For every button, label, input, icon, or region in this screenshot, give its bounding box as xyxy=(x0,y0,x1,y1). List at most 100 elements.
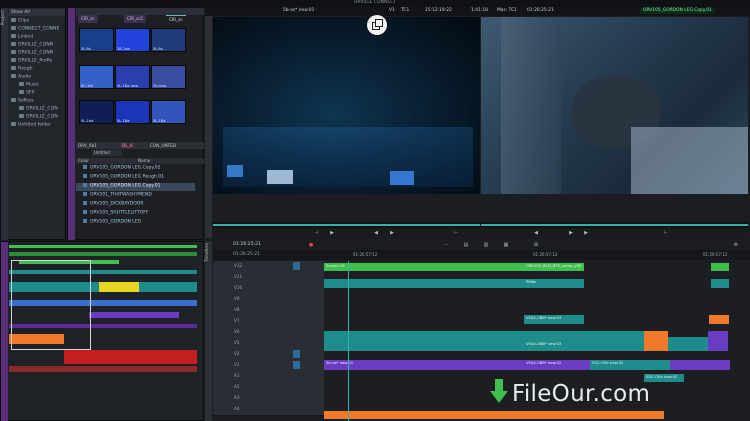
composer-tab[interactable] xyxy=(205,16,212,238)
timeline-segment[interactable]: 5b-as* new.01 xyxy=(324,360,524,370)
popout-icon[interactable] xyxy=(367,15,387,35)
source-scrub-bar[interactable] xyxy=(213,222,480,228)
timeline-segment[interactable]: ORV105_BLD_BTE_comp_v99 xyxy=(524,263,584,271)
timeline-segment[interactable] xyxy=(711,263,729,271)
source-monitor[interactable] xyxy=(213,17,480,194)
record-button-icon[interactable]: ● xyxy=(308,242,314,248)
project-panel: Project Show All Clips CONNECT_CONNE Lin… xyxy=(0,7,66,240)
timeline-segment[interactable] xyxy=(324,411,664,419)
tree-item[interactable]: ORVILLE_ProRe xyxy=(11,58,52,65)
record-sequence-name[interactable]: ORV105_GORDON LEG.Copy.01 xyxy=(640,8,715,14)
timeline-segment[interactable]: VS44-0B8* new.02 xyxy=(524,360,590,370)
timeline-tab-label: Timeline xyxy=(205,243,210,263)
record-step-forward-icon[interactable]: ▶ xyxy=(583,230,589,236)
source-track[interactable]: V1 xyxy=(389,8,395,14)
tree-item[interactable]: Untitled folder xyxy=(11,122,51,129)
tree-item[interactable]: CONNECT_CONNE xyxy=(11,26,60,33)
clip-row[interactable]: ORV105_GORDON LEG.Rough.01 xyxy=(76,174,195,182)
tree-item[interactable]: Softies xyxy=(11,98,34,105)
record-play-icon[interactable]: ▶ xyxy=(568,230,574,236)
timeline-segment[interactable] xyxy=(711,279,729,288)
timeline-tab[interactable]: Timeline xyxy=(205,241,212,421)
bin-lower-tab[interactable]: ORV_9b1 xyxy=(78,143,97,148)
timeline-segment[interactable]: Screen.01 xyxy=(324,263,524,271)
window-title: ORVILLE CONNECT xyxy=(353,0,397,5)
overview-side-tab[interactable] xyxy=(1,242,8,421)
clip-thumbnail[interactable]: 5L-1bd xyxy=(79,100,114,124)
bin-lower-tab[interactable]: CON_UNTED xyxy=(150,143,176,148)
tree-item[interactable]: ORVILLE_CON xyxy=(19,106,58,113)
tree-item[interactable]: ORVILLE_CONN xyxy=(11,42,53,49)
source-tc-label[interactable]: TC1 xyxy=(401,8,409,14)
project-tab[interactable]: Project xyxy=(1,8,8,240)
bin-sort-select[interactable]: Untitled xyxy=(92,150,122,156)
timeline-segment[interactable] xyxy=(644,331,668,351)
mark-in-icon[interactable]: ⊣ xyxy=(313,230,319,236)
track-patch[interactable] xyxy=(293,262,300,270)
clip-row[interactable]: ORV105_SHUTTLELIFTOFF xyxy=(76,210,195,218)
timeline-segment[interactable] xyxy=(668,337,708,351)
tree-item[interactable]: Audio xyxy=(11,74,31,81)
clip-thumbnail[interactable]: 5L-1Ba xyxy=(151,100,186,124)
tree-item[interactable]: Clips xyxy=(11,18,29,25)
clip-row[interactable]: ORV205_DICKBAYDOOR xyxy=(76,201,195,209)
track-patch[interactable] xyxy=(293,361,300,369)
timeline-ruler[interactable]: 01:26:25:21 01:26:57:12 01:26:57:12 01:2… xyxy=(213,250,750,260)
track-header[interactable]: A4 xyxy=(213,404,331,416)
timeline-segment[interactable]: VS44-0B8* new.03 xyxy=(524,341,604,351)
clip-row-selected[interactable]: ORV105_GORDON LEG.Copy.01 xyxy=(76,183,195,191)
bin-tab-active[interactable]: CIR_sc xyxy=(166,15,186,23)
clip-thumbnail[interactable]: 5L-1Ba new xyxy=(115,65,150,89)
clip-thumbnail[interactable]: 5L-1Ba xyxy=(115,100,150,124)
settings-icon[interactable]: ⚙ xyxy=(733,242,739,248)
tree-item[interactable]: Rough xyxy=(11,66,33,73)
track-patch[interactable] xyxy=(293,350,300,358)
overwrite-icon[interactable]: ▤ xyxy=(463,242,469,248)
extract-icon[interactable]: ▦ xyxy=(503,242,509,248)
column-name-header[interactable]: Name xyxy=(138,158,150,163)
clip-row[interactable]: ORV105_GORDON LEG xyxy=(76,219,195,227)
tree-item[interactable]: ORVILLE_CONN xyxy=(11,50,53,57)
timeline-segment[interactable]: 5SC-OSe new.02 xyxy=(590,360,670,370)
timeline-segment[interactable] xyxy=(670,360,730,370)
clip-thumbnail[interactable]: 2b-new xyxy=(151,65,186,89)
bin-side-tab[interactable] xyxy=(68,8,75,240)
bin-tab[interactable]: CIR_sc1 xyxy=(124,15,147,23)
source-clip-name[interactable]: 5b-as* new.01 xyxy=(283,8,314,14)
playhead[interactable] xyxy=(348,261,349,421)
lift-icon[interactable]: ▥ xyxy=(483,242,489,248)
record-scrub-bar[interactable] xyxy=(481,222,748,228)
step-back-icon[interactable]: ◀ xyxy=(373,230,379,236)
bin-lower-tab[interactable]: DL_A xyxy=(120,143,135,148)
column-color-header[interactable]: Color xyxy=(78,158,89,163)
tree-item[interactable]: Linked xyxy=(11,34,33,41)
mark-out-icon[interactable]: ⊢ xyxy=(453,230,459,236)
clip-thumbnail[interactable]: 5L-Bs xyxy=(79,28,114,52)
folder-icon xyxy=(11,50,16,54)
project-view-select[interactable]: Show All xyxy=(9,9,65,16)
splice-icon[interactable]: ⋯ xyxy=(443,242,449,248)
tree-item[interactable]: Music xyxy=(19,82,39,89)
record-monitor[interactable] xyxy=(481,17,748,194)
record-step-back-icon[interactable]: ◀ xyxy=(533,230,539,236)
tree-item[interactable]: SFX xyxy=(19,90,35,97)
clip-thumbnail[interactable]: 2B-1aa xyxy=(115,28,150,52)
timeline-segment[interactable] xyxy=(708,331,728,351)
clip-thumbnail[interactable]: 5L-Bs xyxy=(151,28,186,52)
timeline-segment[interactable]: VS44-0B8* new.03 xyxy=(524,315,584,324)
step-forward-icon[interactable]: ▶ xyxy=(389,230,395,236)
play-icon[interactable]: ▶ xyxy=(329,230,335,236)
trim-icon[interactable]: ⊞ xyxy=(533,242,539,248)
clip-row[interactable]: ORV201_THATWASHYMEND xyxy=(76,192,195,200)
record-mark-icon[interactable]: ⊢ xyxy=(663,230,669,236)
overview-viewport-box[interactable] xyxy=(11,260,91,350)
clip-thumbnail[interactable]: 6C-1bt xyxy=(79,65,114,89)
record-tc-label[interactable]: Mas: TC1 xyxy=(497,8,517,14)
clip-row[interactable]: ORV105_GORDON LEG.Copy.02 xyxy=(76,165,195,173)
timeline-segment[interactable]: PilBar xyxy=(524,279,584,288)
bin-tab[interactable]: CIR_sc xyxy=(78,15,98,23)
timeline-segment[interactable] xyxy=(709,315,729,324)
composer-header: 5b-as* new.01 V1 TC1 15:12:19:22 1:41:18… xyxy=(205,7,750,16)
tree-item[interactable]: ORVILLE_CON xyxy=(19,114,58,121)
project-tab-label: Project xyxy=(1,10,6,26)
